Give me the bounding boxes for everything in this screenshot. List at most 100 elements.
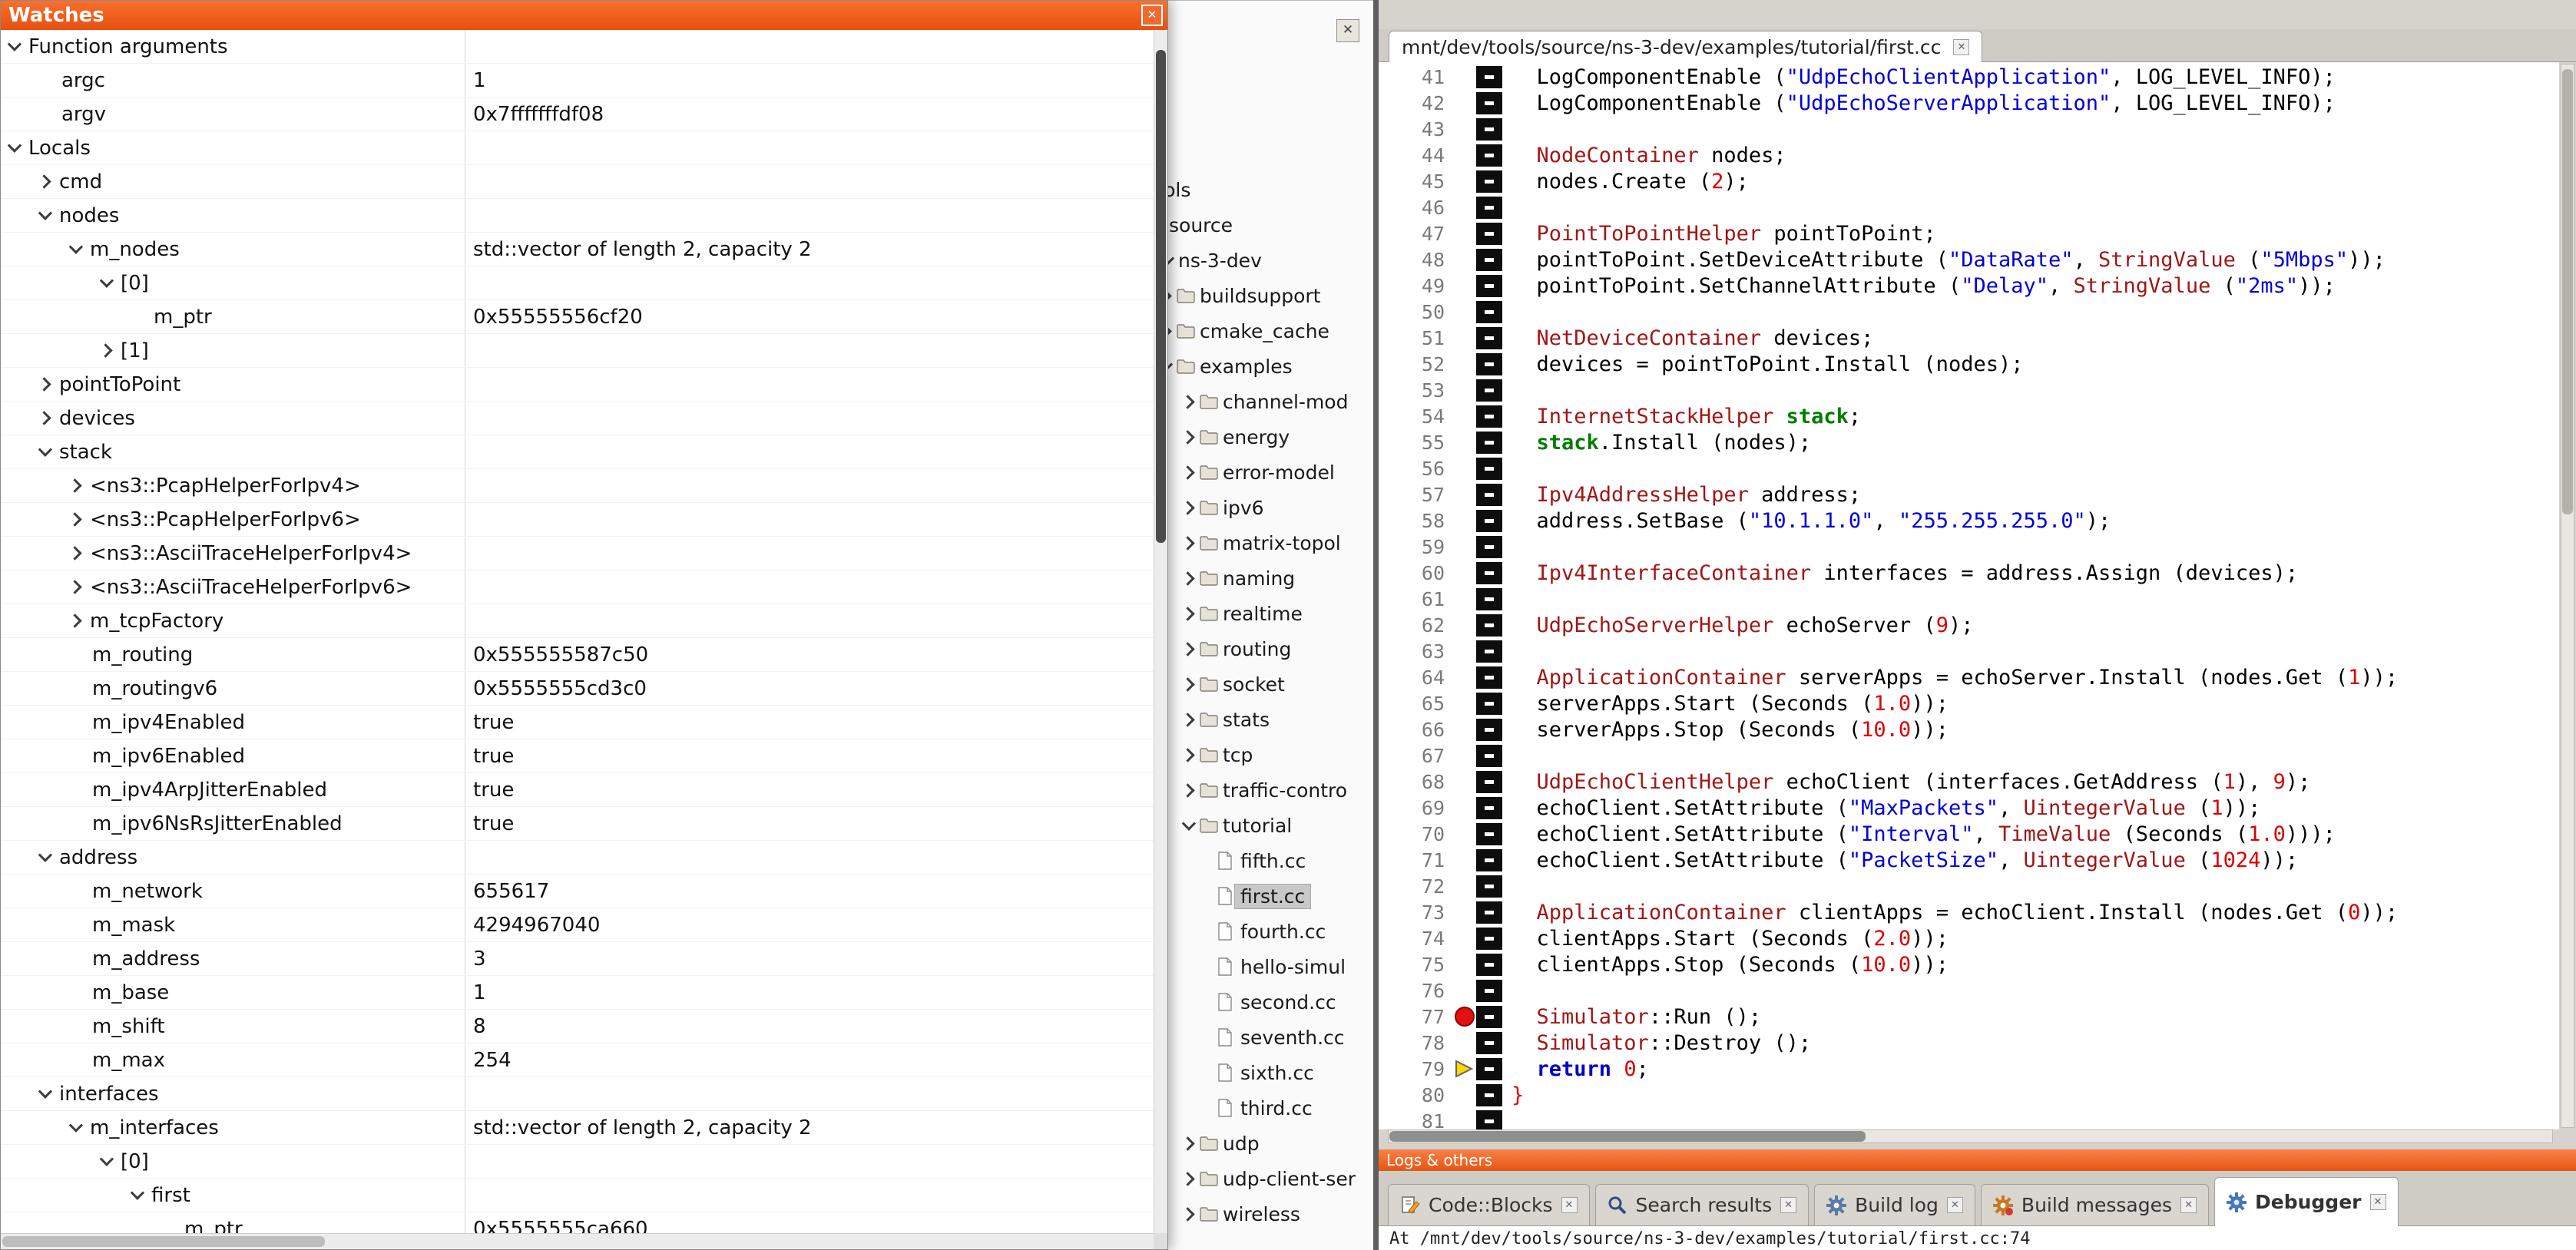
breakpoint-gutter[interactable] [1454,1056,1475,1082]
fold-margin[interactable] [1475,246,1502,273]
panel-splitter[interactable] [1373,0,1379,1250]
watch-row[interactable]: m_ipv4ArpJitterEnabledtrue [1,773,1155,807]
scrollbar-thumb[interactable] [1156,50,1166,543]
breakpoint-gutter[interactable] [1454,1004,1475,1030]
expander-icon[interactable] [1180,607,1194,620]
watch-row[interactable]: argc1 [1,64,1155,98]
tab-search-results[interactable]: Search results✕ [1595,1184,1809,1225]
tab-close-icon[interactable]: ✕ [1953,39,1969,55]
fold-margin[interactable] [1475,116,1502,142]
watch-row[interactable]: pointToPoint [1,368,1155,402]
scrollbar-thumb[interactable] [2562,69,2573,514]
breakpoint-gutter[interactable] [1454,821,1475,847]
fold-margin[interactable] [1475,534,1502,560]
expander-icon[interactable] [37,174,51,188]
watch-row[interactable]: m_mask4294967040 [1,908,1155,942]
fold-margin[interactable] [1475,142,1502,168]
fold-margin[interactable] [1475,1056,1502,1082]
tab-build-messages[interactable]: Build messages✕ [1981,1184,2209,1225]
tab-close-icon[interactable]: ✕ [1561,1197,1578,1213]
fold-margin[interactable] [1475,873,1502,899]
code-editor[interactable]: 41 LogComponentEnable ("UdpEchoClientApp… [1379,62,2559,1129]
breakpoint-gutter[interactable] [1454,534,1475,560]
watch-row[interactable]: Locals [1,131,1155,165]
expander-icon[interactable] [68,613,81,627]
expander-icon[interactable] [100,1152,114,1166]
breakpoint-gutter[interactable] [1454,377,1475,403]
fold-margin[interactable] [1475,220,1502,246]
expander-icon[interactable] [1180,783,1194,797]
expander-icon[interactable] [1180,501,1194,514]
expander-icon[interactable] [38,1084,52,1098]
watch-row[interactable]: m_ptr0x5555555ca660 [1,1212,1155,1235]
watch-row[interactable]: stack [1,435,1155,469]
window-close-button[interactable]: ✕ [1141,5,1163,26]
fold-margin[interactable] [1475,377,1502,403]
breakpoint-gutter[interactable] [1454,325,1475,351]
expander-icon[interactable] [1180,642,1194,656]
fold-margin[interactable] [1475,977,1502,1004]
fold-margin[interactable] [1475,1082,1502,1108]
expander-icon[interactable] [8,37,22,51]
expander-icon[interactable] [131,1186,144,1199]
watch-row[interactable]: m_ipv6Enabledtrue [1,739,1155,773]
tab-close-icon[interactable]: ✕ [1780,1197,1796,1213]
breakpoint-gutter[interactable] [1454,168,1475,194]
fold-margin[interactable] [1475,429,1502,455]
breakpoint-gutter[interactable] [1454,690,1475,716]
breakpoint-gutter[interactable] [1454,429,1475,455]
fold-margin[interactable] [1475,664,1502,690]
watch-row[interactable]: m_nodesstd::vector of length 2, capacity… [1,233,1155,266]
watch-row[interactable]: argv0x7fffffffdf08 [1,98,1155,131]
watch-row[interactable]: m_ipv4Enabledtrue [1,706,1155,739]
watch-row[interactable]: m_base1 [1,976,1155,1010]
editor-horizontal-scrollbar[interactable] [1388,1129,2553,1143]
watch-row[interactable]: Function arguments [1,30,1155,64]
breakpoint-gutter[interactable] [1454,194,1475,220]
expander-icon[interactable] [68,478,81,492]
breakpoint-gutter[interactable] [1454,586,1475,612]
breakpoint-gutter[interactable] [1454,246,1475,273]
breakpoint-gutter[interactable] [1454,612,1475,638]
fold-margin[interactable] [1475,299,1502,325]
expander-icon[interactable] [1180,395,1194,408]
breakpoint-gutter[interactable] [1454,1030,1475,1056]
expander-icon[interactable] [69,1118,83,1132]
watch-row[interactable]: m_ptr0x55555556cf20 [1,300,1155,334]
watch-row[interactable]: m_ipv6NsRsJitterEnabledtrue [1,807,1155,841]
watch-row[interactable]: m_interfacesstd::vector of length 2, cap… [1,1111,1155,1145]
fold-margin[interactable] [1475,925,1502,951]
expander-icon[interactable] [68,580,81,594]
expander-icon[interactable] [1180,536,1194,550]
tab-close-icon[interactable]: ✕ [1947,1197,1963,1213]
expander-icon[interactable] [68,512,81,526]
watch-row[interactable]: interfaces [1,1077,1155,1111]
breakpoint-gutter[interactable] [1454,273,1475,299]
watch-row[interactable]: <ns3::AsciiTraceHelperForIpv4> [1,537,1155,570]
tab-close-icon[interactable]: ✕ [2370,1194,2386,1210]
breakpoint-gutter[interactable] [1454,220,1475,246]
breakpoint-gutter[interactable] [1454,351,1475,377]
breakpoint-gutter[interactable] [1454,716,1475,742]
breakpoint-gutter[interactable] [1454,638,1475,664]
fold-margin[interactable] [1475,769,1502,795]
breakpoint-gutter[interactable] [1454,847,1475,873]
expander-icon[interactable] [1180,713,1194,726]
fold-margin[interactable] [1475,351,1502,377]
fold-margin[interactable] [1475,325,1502,351]
expander-icon[interactable] [1180,1136,1194,1150]
breakpoint-gutter[interactable] [1454,455,1475,481]
expander-icon[interactable] [8,138,22,152]
fold-margin[interactable] [1475,481,1502,508]
watch-row[interactable]: m_routingv60x5555555cd3c0 [1,672,1155,706]
breakpoint-gutter[interactable] [1454,1082,1475,1108]
fold-margin[interactable] [1475,560,1502,586]
tab-code-blocks[interactable]: Code::Blocks✕ [1388,1184,1590,1225]
fold-margin[interactable] [1475,899,1502,925]
fold-margin[interactable] [1475,586,1502,612]
watch-row[interactable]: <ns3::PcapHelperForIpv4> [1,469,1155,503]
breakpoint-gutter[interactable] [1454,116,1475,142]
expander-icon[interactable] [1180,748,1194,762]
watch-row[interactable]: m_network655617 [1,875,1155,908]
breakpoint-gutter[interactable] [1454,64,1475,90]
